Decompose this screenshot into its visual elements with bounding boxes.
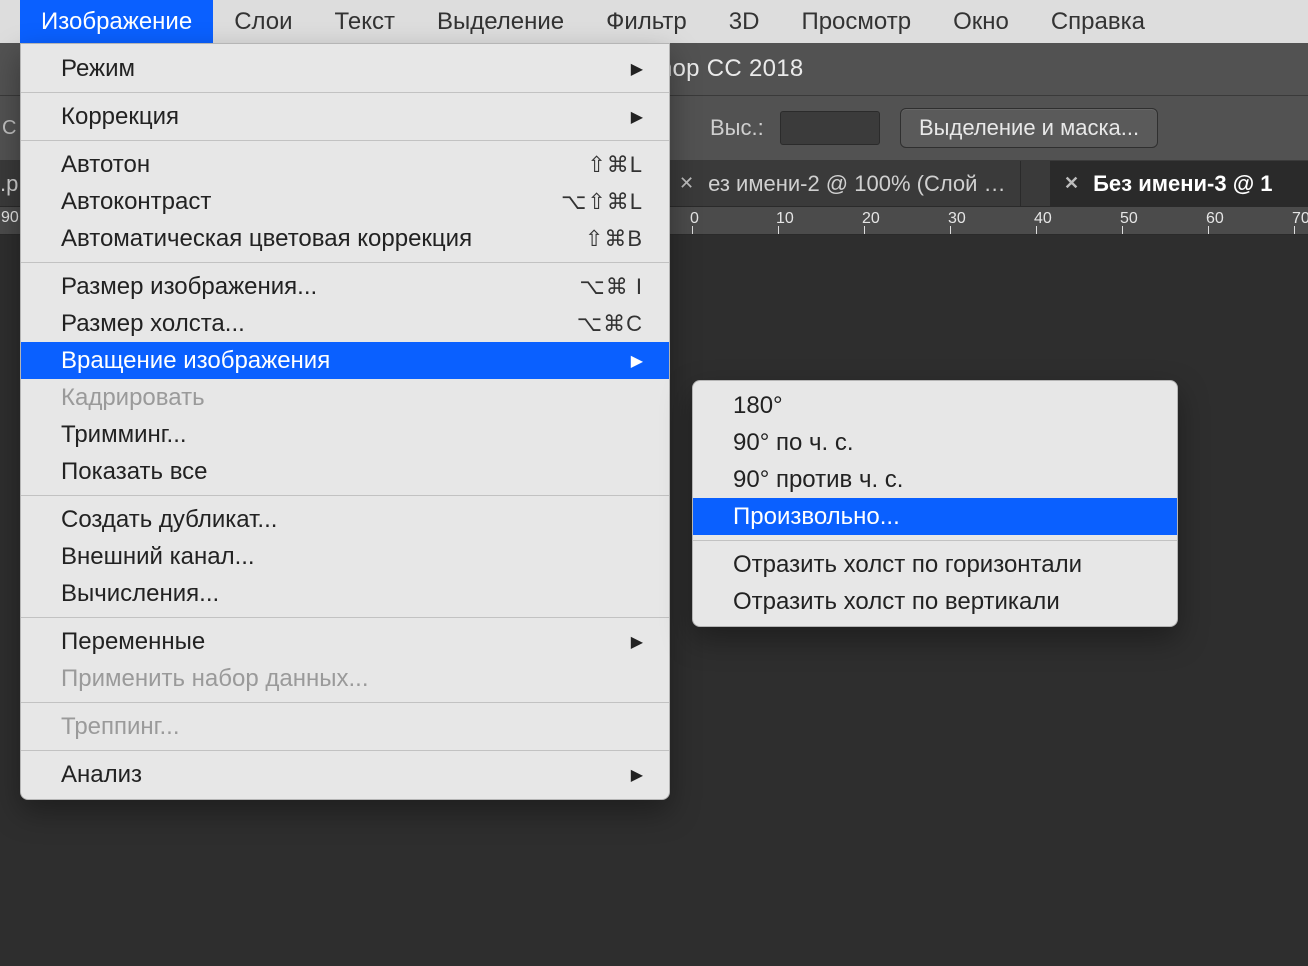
menu-separator [21, 750, 669, 751]
menu-view[interactable]: Просмотр [780, 0, 932, 43]
close-icon[interactable]: ✕ [679, 173, 694, 194]
menu-item-label: Произвольно... [733, 503, 900, 531]
image-menu-dropdown: Режим ▶ Коррекция ▶ Автотон ⇧⌘L Автоконт… [20, 43, 670, 800]
menu-text[interactable]: Текст [314, 0, 416, 43]
menu-item-label: Отразить холст по вертикали [733, 588, 1060, 616]
menu-item-trap: Треппинг... [21, 708, 669, 745]
menu-item-rotate-arbitrary[interactable]: Произвольно... [693, 498, 1177, 535]
menu-select[interactable]: Выделение [416, 0, 585, 43]
menu-item-label: Внешний канал... [61, 543, 255, 571]
menu-shortcut: ⇧⌘B [553, 226, 643, 252]
submenu-arrow-icon: ▶ [631, 59, 643, 79]
select-and-mask-button[interactable]: Выделение и маска... [900, 108, 1158, 148]
menu-item-reveal-all[interactable]: Показать все [21, 453, 669, 490]
menu-item-autocontrast[interactable]: Автоконтраст ⌥⇧⌘L [21, 183, 669, 220]
menu-item-label: Размер изображения... [61, 273, 317, 301]
menu-item-canvas-size[interactable]: Размер холста... ⌥⌘C [21, 305, 669, 342]
tab-label: Без имени-3 @ 1 [1093, 171, 1272, 197]
submenu-arrow-icon: ▶ [631, 632, 643, 652]
menu-window[interactable]: Окно [932, 0, 1030, 43]
close-icon[interactable]: ✕ [1064, 173, 1079, 194]
menu-item-label: 90° против ч. с. [733, 466, 903, 494]
image-rotation-submenu: 180° 90° по ч. с. 90° против ч. с. Произ… [692, 380, 1178, 627]
menu-item-label: Тримминг... [61, 421, 187, 449]
menu-item-label: Применить набор данных... [61, 665, 369, 693]
menu-shortcut: ⌥⌘ I [553, 274, 643, 300]
menu-item-label: Отразить холст по горизонтали [733, 551, 1082, 579]
menu-item-calculations[interactable]: Вычисления... [21, 575, 669, 612]
menu-item-label: Вычисления... [61, 580, 219, 608]
menu-item-label: Автоконтраст [61, 188, 211, 216]
menu-3d[interactable]: 3D [708, 0, 781, 43]
menu-item-label: 90° по ч. с. [733, 429, 853, 457]
menu-item-label: Режим [61, 55, 135, 83]
menu-item-label: Анализ [61, 761, 142, 789]
menu-item-adjustments[interactable]: Коррекция ▶ [21, 98, 669, 135]
submenu-arrow-icon: ▶ [631, 107, 643, 127]
tab-label: ез имени-2 @ 100% (Слой … [708, 171, 1005, 197]
menu-item-duplicate[interactable]: Создать дубликат... [21, 501, 669, 538]
menu-item-label: Коррекция [61, 103, 179, 131]
menu-shortcut: ⌥⇧⌘L [553, 189, 643, 215]
height-input[interactable] [780, 111, 880, 145]
menu-separator [21, 702, 669, 703]
menu-item-label: Создать дубликат... [61, 506, 277, 534]
menu-item-label: 180° [733, 392, 783, 420]
menu-item-variables[interactable]: Переменные ▶ [21, 623, 669, 660]
menu-item-label: Треппинг... [61, 713, 180, 741]
height-label: Выс.: [710, 115, 764, 141]
menu-item-rotate-180[interactable]: 180° [693, 387, 1177, 424]
menu-item-autocolor[interactable]: Автоматическая цветовая коррекция ⇧⌘B [21, 220, 669, 257]
menu-item-image-rotation[interactable]: Вращение изображения ▶ [21, 342, 669, 379]
menu-item-trim[interactable]: Тримминг... [21, 416, 669, 453]
menu-item-crop: Кадрировать [21, 379, 669, 416]
menubar: Изображение Слои Текст Выделение Фильтр … [0, 0, 1308, 43]
menu-separator [21, 495, 669, 496]
menu-shortcut: ⇧⌘L [553, 152, 643, 178]
tab-untitled-2[interactable]: ✕ ез имени-2 @ 100% (Слой … [665, 161, 1021, 206]
menu-item-analysis[interactable]: Анализ ▶ [21, 756, 669, 793]
tab-untitled-3[interactable]: ✕ Без имени-3 @ 1 [1050, 161, 1308, 206]
menu-item-label: Переменные [61, 628, 205, 656]
menu-item-flip-horizontal[interactable]: Отразить холст по горизонтали [693, 546, 1177, 583]
menu-item-label: Кадрировать [61, 384, 205, 412]
menu-item-label: Размер холста... [61, 310, 245, 338]
menu-help[interactable]: Справка [1030, 0, 1166, 43]
menu-item-label: Автоматическая цветовая коррекция [61, 225, 472, 253]
menu-image[interactable]: Изображение [20, 0, 213, 43]
menu-layers[interactable]: Слои [213, 0, 313, 43]
menubar-leading-gap [0, 0, 20, 43]
menu-shortcut: ⌥⌘C [553, 311, 643, 337]
menu-item-mode[interactable]: Режим ▶ [21, 50, 669, 87]
menu-item-rotate-90ccw[interactable]: 90° против ч. с. [693, 461, 1177, 498]
menu-item-autotone[interactable]: Автотон ⇧⌘L [21, 146, 669, 183]
menu-separator [21, 262, 669, 263]
submenu-arrow-icon: ▶ [631, 765, 643, 785]
menu-item-label: Показать все [61, 458, 208, 486]
menu-item-apply-image[interactable]: Внешний канал... [21, 538, 669, 575]
menu-separator [693, 540, 1177, 541]
menu-item-label: Вращение изображения [61, 347, 330, 375]
menu-separator [21, 140, 669, 141]
menu-separator [21, 92, 669, 93]
menu-item-apply-dataset: Применить набор данных... [21, 660, 669, 697]
submenu-arrow-icon: ▶ [631, 351, 643, 371]
menu-item-rotate-90cw[interactable]: 90° по ч. с. [693, 424, 1177, 461]
menu-filter[interactable]: Фильтр [585, 0, 708, 43]
menu-separator [21, 617, 669, 618]
menu-item-flip-vertical[interactable]: Отразить холст по вертикали [693, 583, 1177, 620]
menu-item-image-size[interactable]: Размер изображения... ⌥⌘ I [21, 268, 669, 305]
menu-item-label: Автотон [61, 151, 150, 179]
